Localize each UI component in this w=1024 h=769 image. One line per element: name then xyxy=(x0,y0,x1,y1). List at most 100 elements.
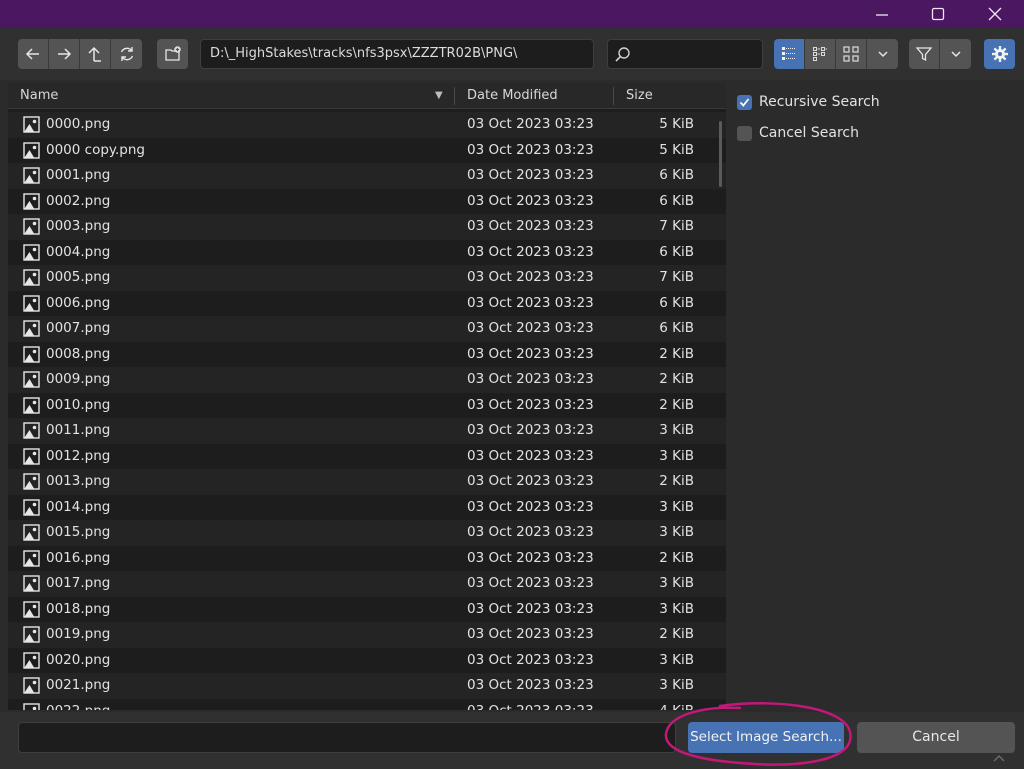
file-list: Name ▼ Date Modified Size 0000.png 03 Oct… xyxy=(8,83,726,710)
chevron-down-icon xyxy=(877,51,888,58)
column-header-date-modified[interactable]: Date Modified xyxy=(467,83,558,109)
chevron-up-icon[interactable] xyxy=(992,752,1006,764)
refresh-button[interactable] xyxy=(111,39,142,69)
vertical-list-view-button[interactable] xyxy=(774,39,805,69)
table-row[interactable]: 0021.png 03 Oct 2023 03:23 3 KiB xyxy=(8,673,726,699)
image-file-icon xyxy=(23,422,40,439)
gear-icon xyxy=(991,46,1008,62)
table-row[interactable]: 0011.png 03 Oct 2023 03:23 3 KiB xyxy=(8,418,726,444)
table-row[interactable]: 0014.png 03 Oct 2023 03:23 3 KiB xyxy=(8,494,726,520)
arrow-right-icon xyxy=(58,48,72,60)
image-file-icon xyxy=(23,192,40,210)
table-row[interactable]: 0008.png 03 Oct 2023 03:23 2 KiB xyxy=(8,341,726,367)
minimize-button[interactable] xyxy=(853,0,911,28)
file-name: 0013.png xyxy=(46,473,111,489)
table-row[interactable]: 0018.png 03 Oct 2023 03:23 3 KiB xyxy=(8,596,726,622)
horizontal-list-view-button[interactable] xyxy=(805,39,836,69)
file-size: 6 KiB xyxy=(659,243,694,260)
table-row[interactable]: 0007.png 03 Oct 2023 03:23 6 KiB xyxy=(8,316,726,342)
options-toggle-button[interactable] xyxy=(984,39,1015,69)
file-size: 3 KiB xyxy=(659,600,694,617)
filter-settings-dropdown[interactable] xyxy=(940,39,971,69)
cancel-search-label: Cancel Search xyxy=(759,125,859,141)
table-row[interactable]: 0017.png 03 Oct 2023 03:23 3 KiB xyxy=(8,571,726,597)
file-date-modified: 03 Oct 2023 03:23 xyxy=(467,192,594,209)
filter-toggle-button[interactable] xyxy=(909,39,940,69)
image-file-icon xyxy=(23,218,40,235)
table-row[interactable]: 0022.png03 Oct 2023 03:234 KiB xyxy=(8,698,726,711)
file-browser-toolbar: D:\_HighStakes\tracks\nfs3psx\ZZZTR02B\P… xyxy=(0,28,1024,80)
file-name: 0017.png xyxy=(46,575,111,591)
file-name: 0015.png xyxy=(46,524,111,540)
directory-path-input[interactable]: D:\_HighStakes\tracks\nfs3psx\ZZZTR02B\P… xyxy=(200,39,594,69)
filename-input[interactable] xyxy=(18,722,676,753)
sort-descending-icon[interactable]: ▼ xyxy=(435,83,443,109)
display-mode-group xyxy=(774,39,898,69)
file-name: 0020.png xyxy=(46,651,111,668)
table-row[interactable]: 0006.png 03 Oct 2023 03:23 6 KiB xyxy=(8,290,726,316)
recursive-search-checkbox[interactable] xyxy=(737,94,752,110)
recursive-search-option[interactable]: Recursive Search xyxy=(737,92,880,112)
file-name: 0000 copy.png xyxy=(46,141,145,158)
table-row[interactable]: 0000 copy.png 03 Oct 2023 03:23 5 KiB xyxy=(8,137,726,163)
list-scrollbar[interactable] xyxy=(719,121,722,187)
display-settings-dropdown[interactable] xyxy=(867,39,898,69)
cancel-button[interactable]: Cancel xyxy=(857,722,1015,753)
parent-directory-button[interactable] xyxy=(80,39,111,69)
table-row[interactable]: 0019.png 03 Oct 2023 03:23 2 KiB xyxy=(8,622,726,648)
table-row[interactable]: 0015.png 03 Oct 2023 03:23 3 KiB xyxy=(8,520,726,546)
filter-group xyxy=(909,39,971,69)
file-name: 0019.png xyxy=(46,626,111,642)
image-file-icon xyxy=(23,498,40,516)
cancel-search-checkbox[interactable] xyxy=(737,125,752,141)
table-row[interactable]: 0013.png 03 Oct 2023 03:23 2 KiB xyxy=(8,469,726,495)
file-date-modified: 03 Oct 2023 03:23 xyxy=(467,320,594,336)
table-row[interactable]: 0009.png 03 Oct 2023 03:23 2 KiB xyxy=(8,367,726,393)
file-name: 0002.png xyxy=(46,192,111,209)
image-file-icon xyxy=(23,396,40,414)
file-date-modified: 03 Oct 2023 03:23 xyxy=(467,447,594,464)
forward-button[interactable] xyxy=(49,39,80,69)
table-row[interactable]: 0002.png 03 Oct 2023 03:23 6 KiB xyxy=(8,188,726,214)
column-separator[interactable] xyxy=(454,87,455,105)
new-directory-button[interactable] xyxy=(157,39,188,69)
file-size: 5 KiB xyxy=(659,141,694,158)
table-row[interactable]: 0004.png 03 Oct 2023 03:23 6 KiB xyxy=(8,239,726,265)
maximize-button[interactable] xyxy=(909,0,967,28)
file-date-modified: 03 Oct 2023 03:23 xyxy=(467,294,594,311)
column-header-size[interactable]: Size xyxy=(626,83,653,109)
file-name: 0022.png xyxy=(46,699,110,711)
file-size: 3 KiB xyxy=(659,524,694,540)
image-file-icon xyxy=(23,243,40,261)
chevron-down-icon xyxy=(950,51,961,58)
cancel-search-option[interactable]: Cancel Search xyxy=(737,123,859,143)
column-separator[interactable] xyxy=(613,87,614,105)
table-row[interactable]: 0012.png 03 Oct 2023 03:23 3 KiB xyxy=(8,443,726,469)
column-header-name[interactable]: Name xyxy=(20,83,58,109)
back-button[interactable] xyxy=(18,39,49,69)
table-row[interactable]: 0016.png 03 Oct 2023 03:23 2 KiB xyxy=(8,545,726,571)
table-row[interactable]: 0003.png 03 Oct 2023 03:23 7 KiB xyxy=(8,214,726,240)
table-row[interactable]: 0001.png 03 Oct 2023 03:23 6 KiB xyxy=(8,163,726,189)
close-button[interactable] xyxy=(966,0,1024,28)
file-size: 2 KiB xyxy=(659,371,694,387)
table-row[interactable]: 0005.png 03 Oct 2023 03:23 7 KiB xyxy=(8,265,726,291)
file-name: 0012.png xyxy=(46,447,111,464)
table-row[interactable]: 0010.png 03 Oct 2023 03:23 2 KiB xyxy=(8,392,726,418)
image-file-icon xyxy=(23,269,40,286)
filter-search-input[interactable] xyxy=(607,39,763,69)
navigation-group xyxy=(18,39,142,69)
file-date-modified: 03 Oct 2023 03:23 xyxy=(467,600,594,617)
close-icon xyxy=(988,7,1002,21)
file-size: 7 KiB xyxy=(659,218,694,234)
file-size: 2 KiB xyxy=(659,626,694,642)
table-row[interactable]: 0020.png 03 Oct 2023 03:23 3 KiB xyxy=(8,647,726,673)
thumbnails-icon xyxy=(843,46,859,62)
file-date-modified: 03 Oct 2023 03:23 xyxy=(467,345,594,362)
image-file-icon xyxy=(23,651,40,669)
file-name: 0009.png xyxy=(46,371,111,387)
file-name: 0011.png xyxy=(46,422,111,438)
table-row[interactable]: 0000.png 03 Oct 2023 03:23 5 KiB xyxy=(8,112,726,138)
file-date-modified: 03 Oct 2023 03:23 xyxy=(467,396,594,413)
thumbnails-view-button[interactable] xyxy=(836,39,867,69)
